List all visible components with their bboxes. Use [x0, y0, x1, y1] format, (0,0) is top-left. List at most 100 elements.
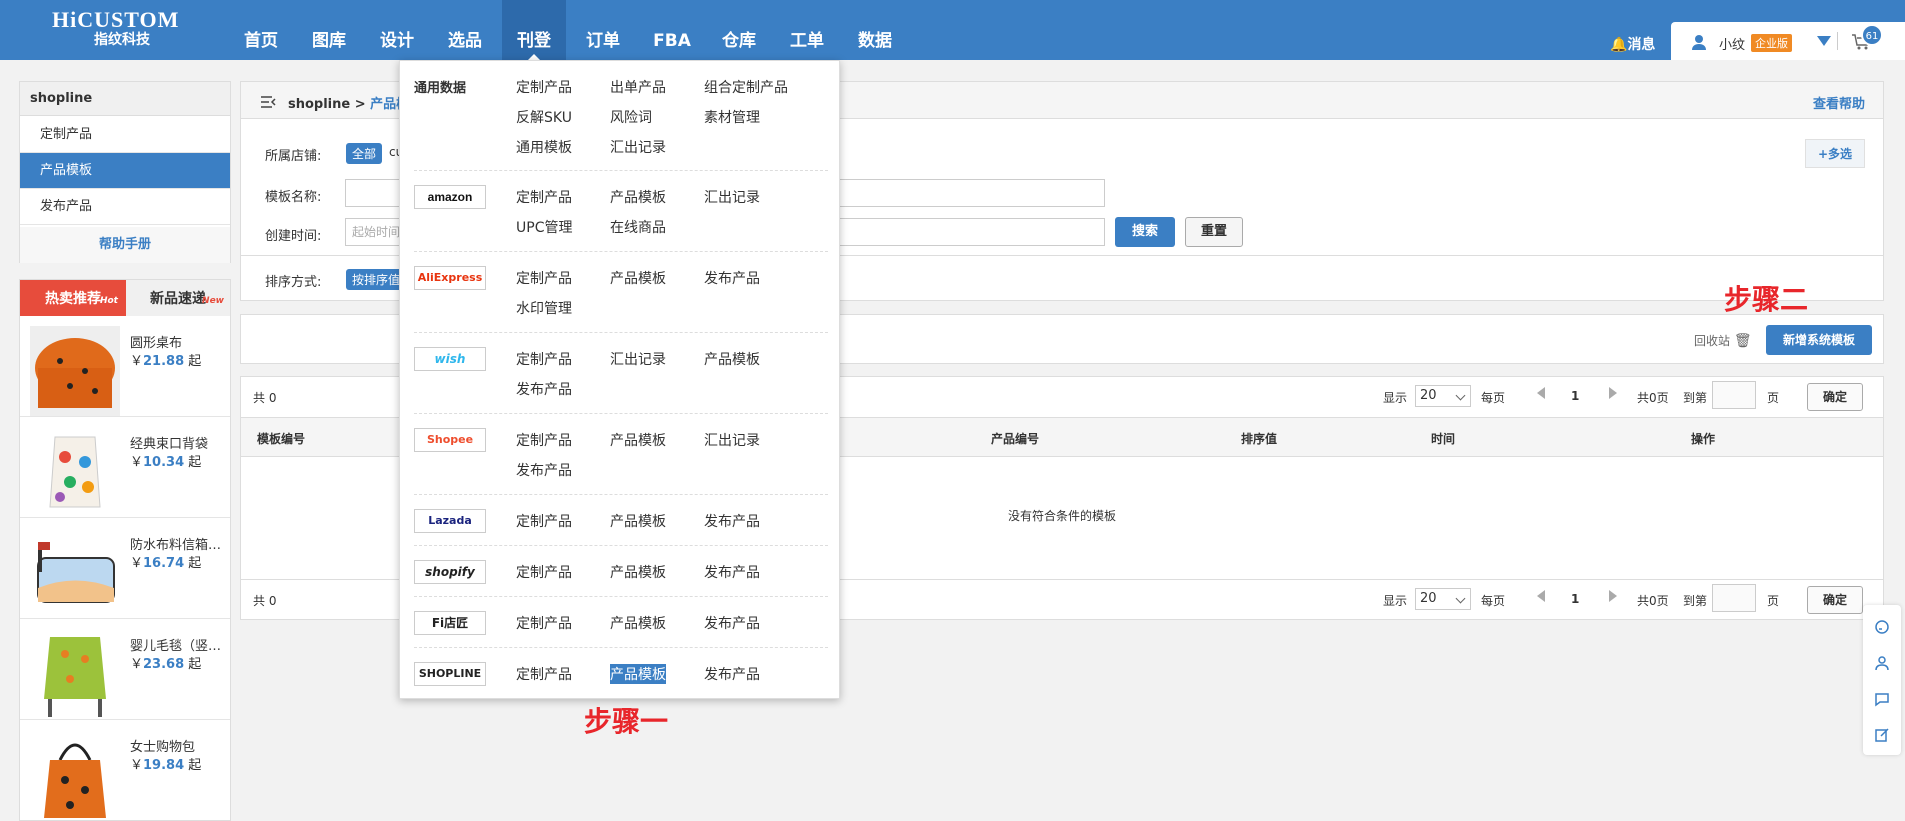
- menu-link[interactable]: 产品模板: [610, 187, 666, 207]
- edit-icon[interactable]: [1874, 727, 1890, 743]
- goto-page-input[interactable]: [1712, 381, 1756, 409]
- product-price: ￥21.88 起: [130, 350, 201, 369]
- nav-design[interactable]: 设计: [372, 0, 422, 60]
- multi-select-button[interactable]: +多选: [1804, 139, 1865, 168]
- user-panel: 小纹 企业版 61: [1671, 22, 1905, 60]
- page-size-select[interactable]: 20: [1415, 385, 1471, 407]
- menu-link[interactable]: 产品模板: [610, 562, 666, 582]
- goto-page-input[interactable]: [1712, 584, 1756, 612]
- dropdown-section-aliexpress: AliExpress 定制产品 产品模板 发布产品 水印管理: [414, 252, 828, 333]
- nav-fba[interactable]: FBA: [646, 0, 698, 60]
- messages-link[interactable]: 🔔消息: [1610, 34, 1655, 54]
- view-help-link[interactable]: 查看帮助: [1813, 93, 1865, 112]
- user-service-icon[interactable]: [1874, 655, 1890, 671]
- menu-link[interactable]: 发布产品: [704, 664, 760, 684]
- username[interactable]: 小纹: [1719, 34, 1745, 53]
- prev-page-icon[interactable]: [1537, 590, 1545, 602]
- menu-collapse-icon[interactable]: [261, 96, 277, 108]
- menu-link[interactable]: 定制产品: [516, 664, 572, 684]
- promo-product[interactable]: 防水布料信箱套... ￥16.74 起: [20, 518, 230, 619]
- promo-product[interactable]: 经典束口背袋 ￥10.34 起: [20, 417, 230, 518]
- menu-link[interactable]: 组合定制产品: [704, 77, 788, 97]
- nav-orders[interactable]: 订单: [578, 0, 628, 60]
- search-button[interactable]: 搜索: [1115, 217, 1175, 247]
- store-all-tag[interactable]: 全部: [346, 143, 383, 164]
- nav-gallery[interactable]: 图库: [304, 0, 354, 60]
- sort-option-tag[interactable]: 按排序值: [346, 269, 407, 290]
- menu-link[interactable]: 定制产品: [516, 430, 572, 450]
- menu-link[interactable]: 发布产品: [704, 511, 760, 531]
- menu-link[interactable]: 发布产品: [704, 562, 760, 582]
- menu-link[interactable]: 定制产品: [516, 562, 572, 582]
- breadcrumb-root[interactable]: shopline >: [288, 97, 370, 112]
- promo-product[interactable]: 圆形桌布 ￥21.88 起: [20, 316, 230, 417]
- menu-link[interactable]: 产品模板: [610, 430, 666, 450]
- menu-link-selected[interactable]: 产品模板: [610, 664, 666, 684]
- tab-new[interactable]: 新品速递 New: [126, 280, 230, 316]
- reset-button[interactable]: 重置: [1185, 217, 1243, 247]
- menu-link[interactable]: 反解SKU: [516, 107, 572, 127]
- chat-icon[interactable]: [1874, 691, 1890, 707]
- nav-warehouse[interactable]: 仓库: [714, 0, 764, 60]
- menu-link[interactable]: 汇出记录: [704, 430, 760, 450]
- menu-link[interactable]: 发布产品: [704, 268, 760, 288]
- nav-home[interactable]: 首页: [236, 0, 286, 60]
- column-header[interactable]: 产品编号: [991, 430, 1039, 447]
- nav-tickets[interactable]: 工单: [782, 0, 832, 60]
- menu-link[interactable]: 定制产品: [516, 187, 572, 207]
- promo-panel: 热卖推荐 Hot 新品速递 New 圆形桌布 ￥21.88 起 经典束口背袋 ￥10…: [19, 279, 231, 821]
- menu-link[interactable]: 汇出记录: [610, 349, 666, 369]
- dropdown-section-shopee: Shopee 定制产品 产品模板 汇出记录 发布产品: [414, 414, 828, 495]
- sidebar-item-custom-products[interactable]: 定制产品: [20, 117, 230, 153]
- tab-new-label: 新品速递: [150, 291, 206, 307]
- menu-link[interactable]: 定制产品: [516, 77, 572, 97]
- menu-link[interactable]: 发布产品: [516, 460, 572, 480]
- menu-link[interactable]: 发布产品: [704, 613, 760, 633]
- menu-link[interactable]: 出单产品: [610, 77, 666, 97]
- headset-icon[interactable]: [1874, 619, 1890, 635]
- menu-link[interactable]: 产品模板: [704, 349, 760, 369]
- menu-link[interactable]: 汇出记录: [610, 137, 666, 157]
- promo-product[interactable]: 女士购物包 ￥19.84 起: [20, 720, 230, 820]
- menu-link[interactable]: 在线商品: [610, 217, 666, 237]
- product-price: ￥23.68 起: [130, 653, 201, 672]
- page-size-select[interactable]: 20: [1415, 588, 1471, 610]
- help-manual-link[interactable]: 帮助手册: [20, 227, 230, 263]
- logo[interactable]: HiCUSTOM 指纹科技: [52, 8, 179, 49]
- next-page-icon[interactable]: [1609, 387, 1617, 399]
- next-page-icon[interactable]: [1609, 590, 1617, 602]
- menu-link[interactable]: 产品模板: [610, 511, 666, 531]
- promo-product[interactable]: 婴儿毛毯（竖款） ￥23.68 起: [20, 619, 230, 720]
- menu-link[interactable]: 素材管理: [704, 107, 760, 127]
- prev-page-icon[interactable]: [1537, 387, 1545, 399]
- recycle-bin-link[interactable]: 回收站 🗑: [1694, 332, 1752, 349]
- menu-link[interactable]: 定制产品: [516, 349, 572, 369]
- nav-products[interactable]: 选品: [440, 0, 490, 60]
- goto-confirm-button[interactable]: 确定: [1807, 383, 1863, 411]
- nav-listing[interactable]: 刊登: [502, 0, 566, 60]
- column-header[interactable]: 时间: [1431, 430, 1455, 447]
- menu-link[interactable]: 产品模板: [610, 613, 666, 633]
- caret-down-icon[interactable]: [1817, 36, 1831, 46]
- goto-label: 到第: [1683, 391, 1708, 405]
- price-value: 19.84: [143, 758, 185, 773]
- menu-link[interactable]: 定制产品: [516, 268, 572, 288]
- goto-confirm-button[interactable]: 确定: [1807, 586, 1863, 614]
- nav-data[interactable]: 数据: [850, 0, 900, 60]
- menu-link[interactable]: UPC管理: [516, 217, 572, 237]
- sidebar: shopline 定制产品 产品模板 发布产品 帮助手册: [19, 81, 231, 263]
- menu-link[interactable]: 产品模板: [610, 268, 666, 288]
- menu-link[interactable]: 定制产品: [516, 613, 572, 633]
- menu-link[interactable]: 风险词: [610, 107, 652, 127]
- tab-hot[interactable]: 热卖推荐 Hot: [20, 280, 126, 316]
- sidebar-item-product-templates[interactable]: 产品模板: [20, 153, 230, 189]
- add-system-template-button[interactable]: 新增系统模板: [1766, 325, 1872, 355]
- menu-link[interactable]: 发布产品: [516, 379, 572, 399]
- sidebar-item-publish-products[interactable]: 发布产品: [20, 189, 230, 225]
- menu-link[interactable]: 通用模板: [516, 137, 572, 157]
- menu-link[interactable]: 水印管理: [516, 298, 572, 318]
- column-header[interactable]: 排序值: [1241, 430, 1277, 447]
- menu-link[interactable]: 定制产品: [516, 511, 572, 531]
- menu-link[interactable]: 汇出记录: [704, 187, 760, 207]
- column-header[interactable]: 模板编号: [257, 430, 305, 447]
